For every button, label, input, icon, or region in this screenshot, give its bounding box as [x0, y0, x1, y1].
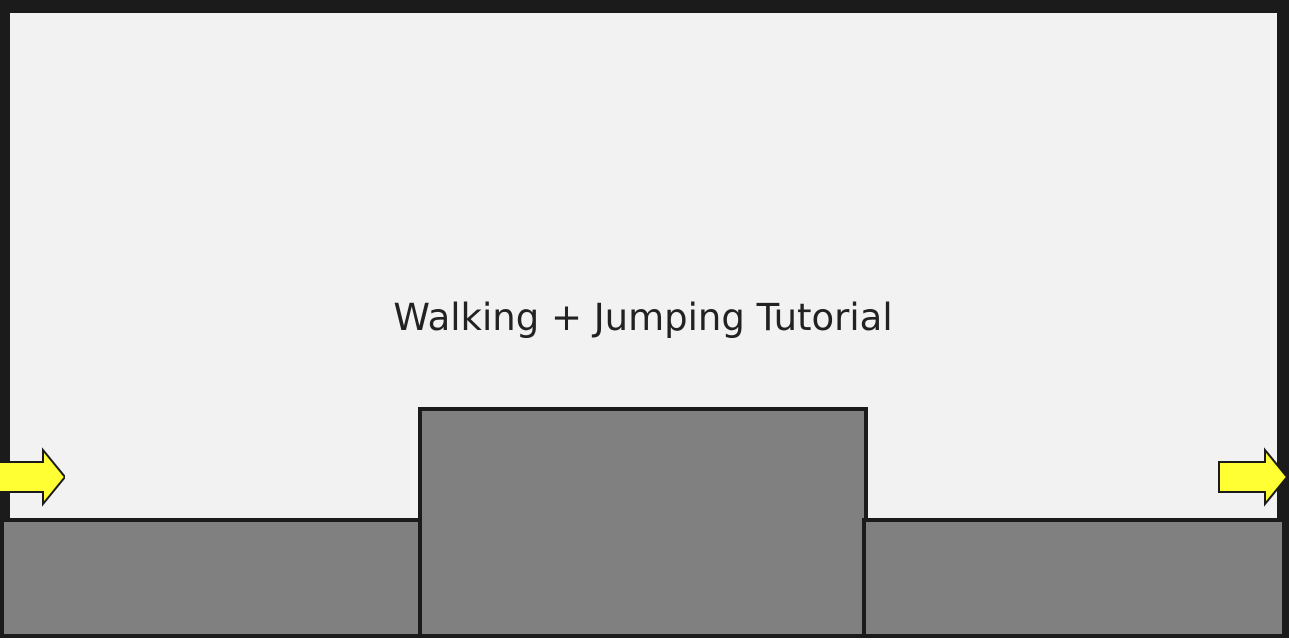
exit-arrow-icon — [1218, 447, 1287, 507]
entry-arrow-icon — [0, 447, 65, 507]
center-jump-block — [418, 407, 868, 638]
level-title: Walking + Jumping Tutorial — [393, 296, 893, 339]
game-stage: Walking + Jumping Tutorial — [0, 0, 1289, 640]
floor-right-platform — [862, 518, 1286, 638]
floor-left-platform — [0, 518, 424, 638]
